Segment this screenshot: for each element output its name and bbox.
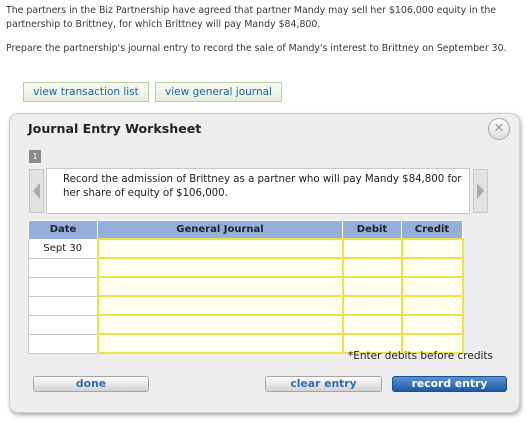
column-header-credit: Credit: [401, 220, 463, 240]
problem-paragraph-1: The partners in the Biz Partnership have…: [6, 5, 497, 30]
problem-paragraph-2: Prepare the partnership's journal entry …: [6, 43, 507, 54]
date-cell: [28, 333, 98, 354]
account-input[interactable]: [96, 333, 344, 354]
journal-entry-worksheet: Journal Entry Worksheet ✕ 1 Record the a…: [9, 113, 520, 413]
debit-input[interactable]: [341, 238, 403, 259]
account-input[interactable]: [96, 276, 344, 297]
view-transaction-list-button[interactable]: view transaction list: [23, 82, 149, 102]
debits-before-credits-note: *Enter debits before credits: [347, 350, 493, 362]
column-header-general-journal: General Journal: [97, 220, 343, 240]
debit-input[interactable]: [341, 295, 403, 316]
problem-statement: The partners in the Biz Partnership have…: [6, 4, 526, 66]
column-header-debit: Debit: [342, 220, 402, 240]
next-step-button[interactable]: [473, 169, 488, 213]
step-number-badge: 1: [29, 150, 41, 163]
debit-input[interactable]: [341, 276, 403, 297]
table-row: Sept 30: [28, 238, 464, 259]
date-cell: [28, 276, 98, 297]
account-input[interactable]: [96, 238, 344, 259]
credit-input[interactable]: [400, 314, 464, 335]
chevron-right-icon: [477, 183, 484, 199]
step-description: Record the admission of Brittney as a pa…: [46, 168, 470, 214]
date-cell: [28, 314, 98, 335]
table-row: [28, 314, 464, 335]
table-row: [28, 257, 464, 278]
close-icon[interactable]: ✕: [488, 118, 510, 140]
table-row: [28, 276, 464, 297]
done-button[interactable]: done: [33, 376, 149, 392]
credit-input[interactable]: [400, 276, 464, 297]
journal-table-header: Date General Journal Debit Credit: [28, 220, 463, 240]
clear-entry-button[interactable]: clear entry: [265, 376, 382, 392]
debit-input[interactable]: [341, 314, 403, 335]
record-entry-button[interactable]: record entry: [392, 376, 507, 392]
journal-table: Date General Journal Debit Credit Sept 3…: [28, 220, 464, 354]
debit-input[interactable]: [341, 257, 403, 278]
chevron-left-icon: [33, 183, 40, 199]
table-row: [28, 295, 464, 316]
credit-input[interactable]: [400, 257, 464, 278]
account-input[interactable]: [96, 295, 344, 316]
account-input[interactable]: [96, 257, 344, 278]
previous-step-button[interactable]: [29, 169, 44, 213]
date-cell: Sept 30: [28, 238, 98, 259]
view-general-journal-button[interactable]: view general journal: [155, 82, 282, 102]
worksheet-title: Journal Entry Worksheet: [28, 121, 202, 136]
column-header-date: Date: [28, 220, 98, 240]
credit-input[interactable]: [400, 295, 464, 316]
date-cell: [28, 295, 98, 316]
date-cell: [28, 257, 98, 278]
credit-input[interactable]: [400, 238, 464, 259]
account-input[interactable]: [96, 314, 344, 335]
